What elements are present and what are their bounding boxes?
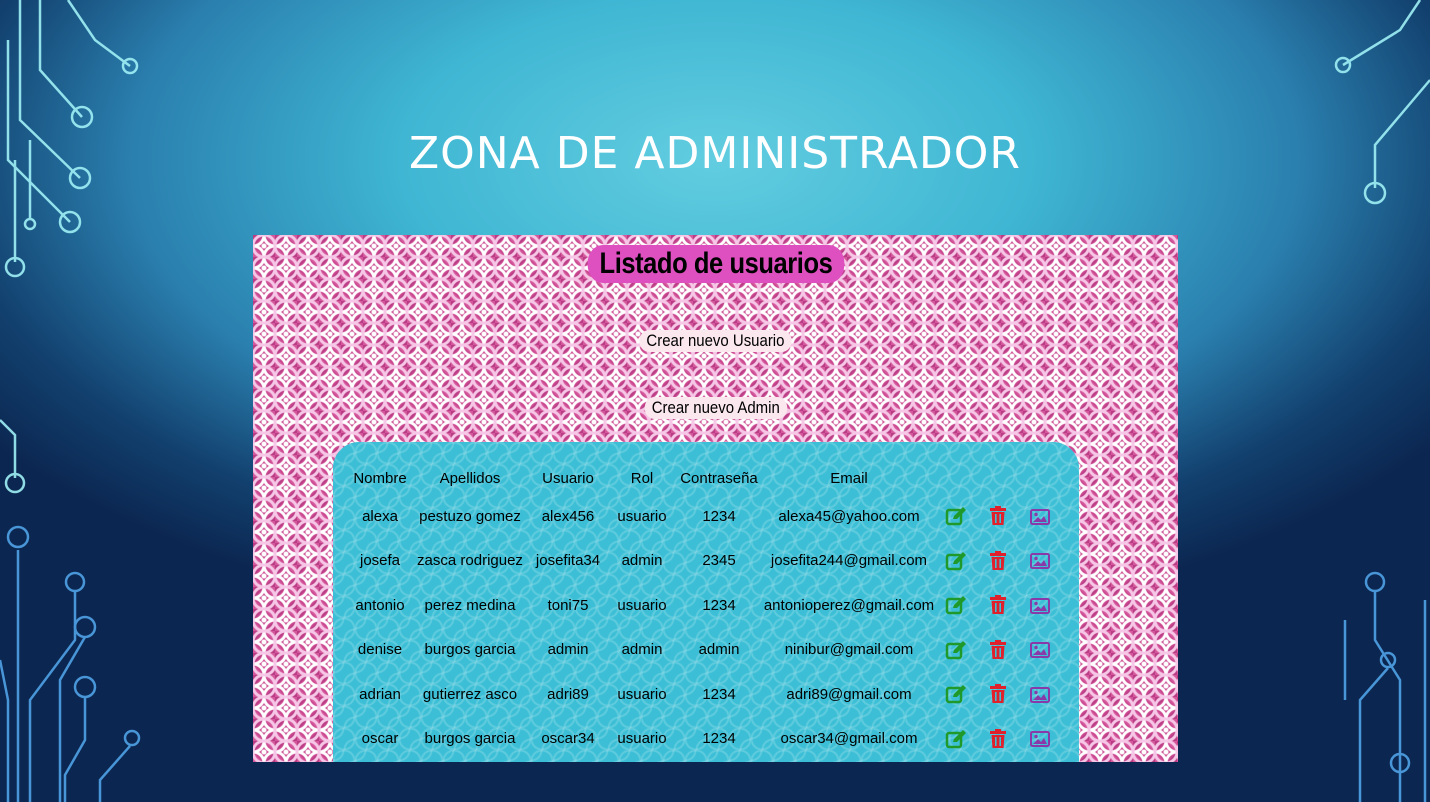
col-header-edit (935, 462, 977, 494)
users-table-body: alexa pestuzo gomez alex456 usuario 1234… (347, 494, 1061, 761)
trash-icon[interactable] (989, 728, 1007, 749)
image-icon[interactable] (1030, 508, 1050, 525)
image-icon[interactable] (1030, 553, 1050, 570)
table-header-row: Nombre Apellidos Usuario Rol Contraseña … (347, 462, 1061, 494)
cell-usuario: admin (547, 641, 589, 659)
users-table: Nombre Apellidos Usuario Rol Contraseña … (347, 462, 1061, 761)
cell-contrasena: 1234 (702, 685, 736, 703)
cell-contrasena: 1234 (702, 507, 736, 525)
cell-rol: usuario (617, 507, 667, 525)
cell-usuario: josefita34 (535, 552, 601, 570)
table-row: josefa zasca rodriguez josefita34 admin … (347, 539, 1061, 584)
edit-icon[interactable] (945, 506, 967, 526)
cell-image (1019, 628, 1061, 673)
users-table-panel: Nombre Apellidos Usuario Rol Contraseña … (333, 442, 1079, 762)
cell-image (1019, 672, 1061, 717)
cell-contrasena: 1234 (702, 730, 736, 748)
cell-apellidos: perez medina (424, 596, 516, 614)
cell-delete (977, 494, 1019, 539)
cell-email: alexa45@yahoo.com (778, 507, 920, 525)
page-heading: Listado de usuarios (253, 245, 1178, 283)
image-icon[interactable] (1030, 731, 1050, 748)
col-header-usuario: Usuario (542, 469, 594, 487)
cell-nombre: antonio (355, 596, 405, 614)
admin-page-frame: Listado de usuarios Crear nuevo Usuario … (253, 235, 1178, 762)
cell-usuario: alex456 (541, 507, 595, 525)
create-admin-row: Crear nuevo Admin (253, 397, 1178, 419)
cell-usuario: oscar34 (541, 730, 595, 748)
create-admin-button[interactable]: Crear nuevo Admin (644, 397, 787, 419)
table-row: oscar burgos garcia oscar34 usuario 1234… (347, 717, 1061, 762)
cell-nombre: alexa (362, 507, 398, 525)
cell-email: oscar34@gmail.com (780, 730, 918, 748)
cell-contrasena: 2345 (702, 552, 736, 570)
cell-edit (935, 539, 977, 584)
cell-email: adri89@gmail.com (786, 685, 912, 703)
cell-delete (977, 672, 1019, 717)
cell-usuario: adri89 (547, 685, 589, 703)
slide-title: ZONA DE ADMINISTRADOR (408, 128, 1022, 179)
table-row: antonio perez medina toni75 usuario 1234… (347, 583, 1061, 628)
table-row: alexa pestuzo gomez alex456 usuario 1234… (347, 494, 1061, 539)
cell-usuario: toni75 (547, 596, 589, 614)
cell-edit (935, 717, 977, 762)
trash-icon[interactable] (989, 639, 1007, 660)
cell-apellidos: gutierrez asco (422, 685, 518, 703)
cell-image (1019, 539, 1061, 584)
edit-icon[interactable] (945, 729, 967, 749)
cell-apellidos: burgos garcia (424, 641, 516, 659)
cell-email: antonioperez@gmail.com (763, 596, 935, 614)
image-icon[interactable] (1030, 597, 1050, 614)
col-header-nombre: Nombre (353, 469, 407, 487)
cell-edit (935, 672, 977, 717)
cell-apellidos: pestuzo gomez (419, 507, 521, 525)
cell-edit (935, 628, 977, 673)
cell-delete (977, 628, 1019, 673)
cell-apellidos: zasca rodriguez (417, 552, 523, 570)
cell-contrasena: admin (698, 641, 740, 659)
cell-delete (977, 717, 1019, 762)
trash-icon[interactable] (989, 550, 1007, 571)
col-header-delete (977, 462, 1019, 494)
table-row: adrian gutierrez asco adri89 usuario 123… (347, 672, 1061, 717)
trash-icon[interactable] (989, 506, 1007, 526)
cell-nombre: josefa (359, 552, 401, 570)
col-header-rol: Rol (630, 469, 654, 487)
edit-icon[interactable] (945, 640, 967, 660)
cell-edit (935, 494, 977, 539)
cell-delete (977, 539, 1019, 584)
create-user-button[interactable]: Crear nuevo Usuario (639, 330, 792, 352)
cell-email: ninibur@gmail.com (784, 641, 914, 659)
col-header-email: Email (830, 469, 868, 487)
table-row: denise burgos garcia admin admin admin n… (347, 628, 1061, 673)
col-header-image (1019, 462, 1061, 494)
cell-edit (935, 583, 977, 628)
cell-nombre: denise (357, 641, 403, 659)
edit-icon[interactable] (945, 551, 967, 571)
cell-rol: admin (621, 552, 663, 570)
cell-rol: usuario (617, 596, 667, 614)
cell-nombre: oscar (361, 730, 399, 748)
page-heading-text: Listado de usuarios (587, 245, 844, 283)
cell-email: josefita244@gmail.com (770, 552, 928, 570)
cell-rol: usuario (617, 685, 667, 703)
cell-image (1019, 583, 1061, 628)
cell-apellidos: burgos garcia (424, 730, 516, 748)
cell-contrasena: 1234 (702, 596, 736, 614)
edit-icon[interactable] (945, 595, 967, 615)
col-header-contrasena: Contraseña (680, 469, 758, 487)
cell-rol: admin (621, 641, 663, 659)
cell-nombre: adrian (359, 685, 401, 703)
cell-image (1019, 717, 1061, 762)
trash-icon[interactable] (989, 595, 1007, 615)
edit-icon[interactable] (945, 684, 967, 704)
cell-image (1019, 494, 1061, 539)
trash-icon[interactable] (989, 684, 1007, 704)
image-icon[interactable] (1030, 642, 1050, 659)
create-user-row: Crear nuevo Usuario (253, 330, 1178, 352)
cell-delete (977, 583, 1019, 628)
image-icon[interactable] (1030, 686, 1050, 703)
col-header-apellidos: Apellidos (439, 469, 501, 487)
cell-rol: usuario (617, 730, 667, 748)
